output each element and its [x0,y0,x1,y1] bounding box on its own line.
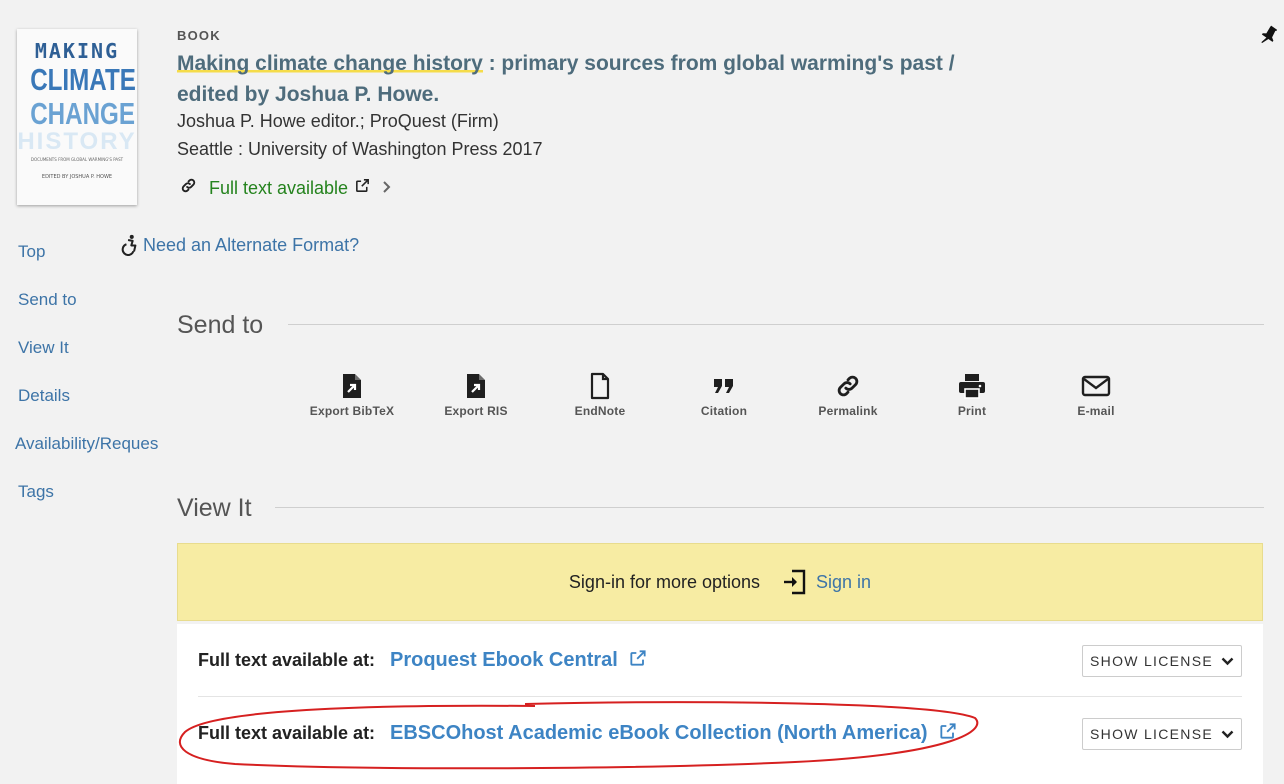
availability-text[interactable]: Full text available [209,178,348,199]
print-button[interactable]: Print [910,370,1034,418]
external-link-icon[interactable] [938,721,958,746]
chevron-down-icon [1221,657,1234,665]
nav-item-top[interactable]: Top [0,240,170,288]
link-icon [786,370,910,402]
show-license-button[interactable]: SHOW LICENSE [1082,718,1242,750]
nav-item-send-to[interactable]: Send to [0,288,170,336]
permalink-button[interactable]: Permalink [786,370,910,418]
resource-type-label: BOOK [177,28,221,43]
nav-item-tags[interactable]: Tags [0,480,170,528]
service-label: Full text available at: [198,649,376,670]
external-link-icon[interactable] [628,648,648,673]
service-link-ebscohost[interactable]: EBSCOhost Academic eBook Collection (Nor… [390,722,928,745]
alternate-format-text[interactable]: Need an Alternate Format? [143,235,359,256]
action-label: Export RIS [444,404,508,418]
sign-in-button[interactable]: Sign in [782,568,871,596]
service-link-proquest[interactable]: Proquest Ebook Central [390,649,618,672]
action-label: Export BibTeX [309,404,395,418]
nav-item-details[interactable]: Details [0,384,170,432]
show-license-label: SHOW LICENSE [1090,653,1213,669]
citation-button[interactable]: Citation [662,370,786,418]
endnote-button[interactable]: EndNote [538,370,662,418]
action-label: E-mail [1077,404,1115,418]
availability-link[interactable]: Full text available [180,177,391,199]
pushpin-icon [1261,25,1278,44]
record-title-line2[interactable]: edited by Joshua P. Howe. [177,83,439,106]
file-icon [538,370,662,402]
email-button[interactable]: E-mail [1034,370,1158,418]
record-title-rest[interactable]: : primary sources from global warming's … [483,52,955,75]
sign-in-banner: Sign-in for more options Sign in [177,543,1263,621]
show-license-button[interactable]: SHOW LICENSE [1082,645,1242,677]
printer-icon [910,370,1034,402]
nav-item-view-it[interactable]: View It [0,336,170,384]
section-divider [275,507,1264,508]
chevron-down-icon [1221,730,1234,738]
cover-title-line: MAKING [34,39,120,63]
full-text-service-row: Full text available at: EBSCOhost Academ… [198,697,1242,769]
export-bibtex-button[interactable]: Export BibTeX [290,370,414,418]
action-label: Print [957,404,987,418]
mail-icon [1034,370,1158,402]
view-it-heading: View It [177,494,252,522]
section-divider [288,324,1264,325]
cover-editor: EDITED BY JOSHUA P. HOWE [41,174,113,180]
send-to-heading: Send to [177,311,264,339]
nav-item-availability[interactable]: Availability/Reques [0,432,170,480]
section-navigation: Top Send to View It Details Availability… [0,240,170,528]
cover-subtitle: DOCUMENTS FROM GLOBAL WARMING'S PAST [30,157,124,162]
action-label: Citation [700,404,748,418]
sign-in-label[interactable]: Sign in [816,572,871,593]
full-text-services-panel: Full text available at: Proquest Ebook C… [177,624,1263,784]
chevron-right-icon [381,178,391,199]
book-cover-thumbnail[interactable]: MAKING CLIMATE CHANGE HISTORY DOCUMENTS … [17,29,137,205]
action-label: Permalink [818,404,878,418]
cover-title-line: HISTORY [17,128,137,155]
file-export-icon [290,370,414,402]
pin-record-button[interactable] [1257,23,1278,47]
send-to-actions: Export BibTeX Export RIS EndNote Citatio… [290,370,1158,418]
action-label: EndNote [574,404,626,418]
sign-in-message: Sign-in for more options [568,571,761,592]
record-publication: Seattle : University of Washington Press… [177,139,543,159]
cover-title-line: CHANGE [30,96,135,131]
file-export-icon [414,370,538,402]
sign-in-icon [784,569,806,595]
show-license-label: SHOW LICENSE [1090,726,1213,742]
export-ris-button[interactable]: Export RIS [414,370,538,418]
quote-icon [662,370,786,402]
service-label: Full text available at: [198,722,376,743]
record-title-main[interactable]: Making climate change history [177,52,483,75]
external-link-icon [354,177,371,199]
cover-title-line: CLIMATE [30,62,136,97]
record-author: Joshua P. Howe editor.; ProQuest (Firm) [177,111,499,131]
link-icon [180,177,197,199]
record-title[interactable]: Making climate change history : primary … [177,48,977,110]
full-text-service-row: Full text available at: Proquest Ebook C… [198,624,1242,696]
